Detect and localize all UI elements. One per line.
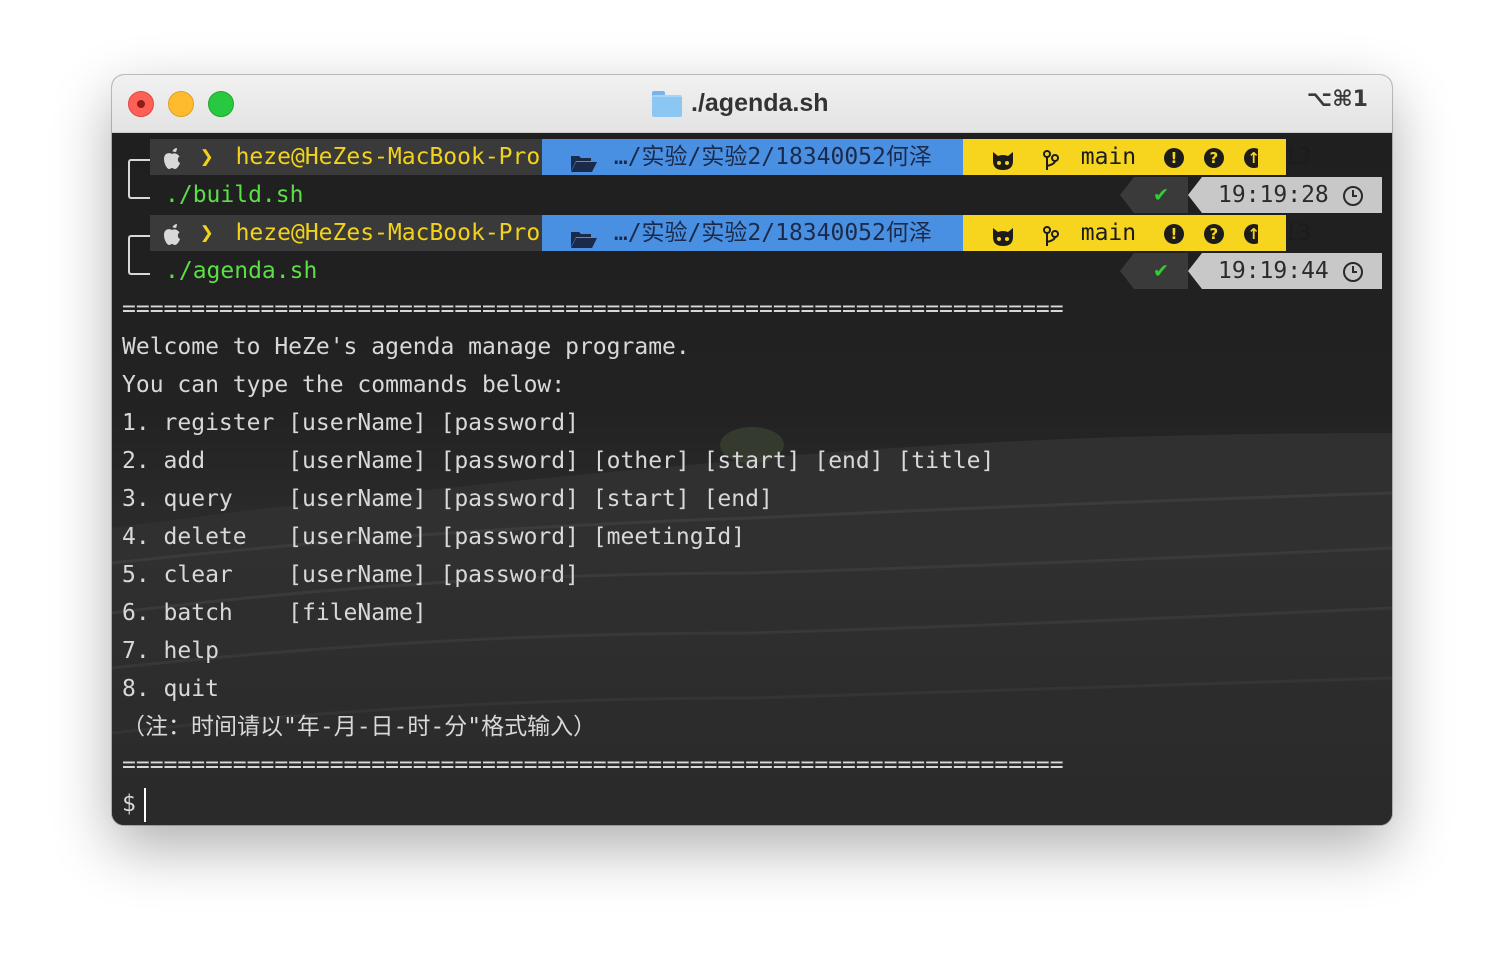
- git-branch-icon: [1042, 223, 1059, 246]
- minimize-button[interactable]: [168, 91, 194, 117]
- output-line: 7. help: [122, 638, 219, 664]
- prompt-user-host: heze@HeZes-MacBook-Pro: [235, 220, 541, 246]
- prompt-path: …/实验/实验2/18340052何泽: [613, 144, 932, 170]
- output-line: 1. register [userName] [password]: [122, 410, 579, 436]
- prompt-user-segment: ❯ heze@HeZes-MacBook-Pro: [150, 215, 554, 251]
- segment-separator: [1258, 215, 1272, 251]
- output-line: 4. delete [userName] [password] [meeting…: [122, 524, 746, 550]
- segment-separator: [1120, 253, 1134, 289]
- shell-prompt-symbol: $: [122, 791, 136, 817]
- program-output: ========================================…: [122, 290, 1064, 784]
- title-bar: ./agenda.sh ⌥⌘1: [112, 75, 1392, 133]
- check-icon: ✔: [1154, 258, 1168, 283]
- exclamation-icon: !: [1163, 147, 1184, 168]
- window-title-wrap: ./agenda.sh: [652, 87, 829, 119]
- prompt-bracket: [128, 159, 150, 199]
- close-button[interactable]: [128, 91, 154, 117]
- prompt-user-host: heze@HeZes-MacBook-Pro: [235, 144, 541, 170]
- time-segment: 19:19:44: [1202, 253, 1382, 289]
- separator-line: ========================================…: [122, 296, 1064, 322]
- check-icon: ✔: [1154, 182, 1168, 207]
- folder-icon: [652, 91, 682, 117]
- separator-line: ========================================…: [122, 752, 1064, 778]
- time-segment: 19:19:28: [1202, 177, 1382, 213]
- prompt-branch: main: [1080, 144, 1137, 170]
- output-line: Welcome to HeZe's agenda manage programe…: [122, 334, 690, 360]
- window-title: ./agenda.sh: [691, 88, 829, 117]
- prompt-bracket: [128, 235, 150, 275]
- output-line: You can type the commands below:: [122, 372, 566, 398]
- chevron-right-icon: ❯: [199, 220, 214, 246]
- prompt-user-segment: ❯ heze@HeZes-MacBook-Pro: [150, 139, 554, 175]
- segment-separator: [1188, 177, 1202, 213]
- segment-separator: [1258, 139, 1272, 175]
- output-line: （注：时间请以"年-月-日-时-分"格式输入）: [122, 714, 597, 740]
- status-segment: ✔: [1134, 177, 1188, 213]
- clock-icon: [1342, 261, 1363, 282]
- clock-icon: [1342, 185, 1363, 206]
- prompt-ahead-count: 13: [1283, 220, 1312, 246]
- prompt-time: 19:19:28: [1218, 182, 1329, 208]
- apple-icon: [162, 146, 182, 170]
- output-line: 2. add [userName] [password] [other] [st…: [122, 448, 995, 474]
- folder-open-icon: [570, 224, 598, 248]
- terminal-window: ./agenda.sh ⌥⌘1 ❯ heze@HeZes-MacBook-Pro…: [112, 75, 1392, 825]
- output-line: 8. quit: [122, 676, 219, 702]
- exclamation-icon: !: [1163, 223, 1184, 244]
- prompt-path: …/实验/实验2/18340052何泽: [613, 220, 932, 246]
- prompt-path-segment: …/实验/实验2/18340052何泽: [542, 215, 963, 251]
- github-cat-icon: [991, 147, 1015, 170]
- output-line: 6. batch [fileName]: [122, 600, 427, 626]
- question-icon: ?: [1203, 223, 1224, 244]
- github-cat-icon: [991, 223, 1015, 246]
- prompt-branch: main: [1080, 220, 1137, 246]
- window-shortcut: ⌥⌘1: [1306, 87, 1368, 112]
- prompt-git-segment: main ! ? ↑ 13: [963, 215, 1311, 251]
- git-branch-icon: [1042, 147, 1059, 170]
- chevron-right-icon: ❯: [199, 144, 214, 170]
- output-line: 3. query [userName] [password] [start] […: [122, 486, 773, 512]
- zoom-button[interactable]: [208, 91, 234, 117]
- prompt-time: 19:19:44: [1218, 258, 1329, 284]
- prompt-command: ./build.sh: [165, 182, 304, 208]
- terminal-content[interactable]: ❯ heze@HeZes-MacBook-Pro …/实验/实验2/183400…: [112, 133, 1392, 825]
- segment-separator: [1120, 177, 1134, 213]
- text-cursor: [143, 787, 146, 822]
- prompt-git-segment: main ! ? ↑ 13: [963, 139, 1311, 175]
- prompt-command: ./agenda.sh: [165, 258, 318, 284]
- shell-input-line[interactable]: $: [122, 785, 146, 823]
- segment-separator: [1188, 253, 1202, 289]
- prompt-path-segment: …/实验/实验2/18340052何泽: [542, 139, 963, 175]
- apple-icon: [162, 222, 182, 246]
- folder-open-icon: [570, 148, 598, 172]
- status-segment: ✔: [1134, 253, 1188, 289]
- output-line: 5. clear [userName] [password]: [122, 562, 579, 588]
- question-icon: ?: [1203, 147, 1224, 168]
- prompt-ahead-count: 13: [1283, 144, 1312, 170]
